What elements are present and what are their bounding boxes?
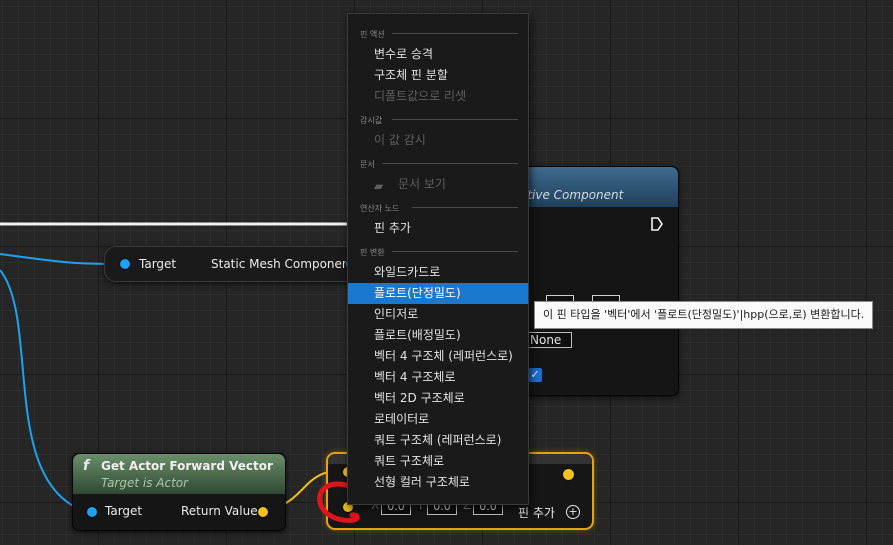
divider — [392, 33, 518, 34]
checkbox[interactable]: ✓ — [528, 368, 542, 382]
menu-item-to-vector4-ref[interactable]: 벡터 4 구조체 (레퍼런스로) — [348, 346, 528, 367]
add-pin-label[interactable]: 핀 추가 — [518, 504, 555, 521]
add-pin-icon[interactable]: + — [566, 505, 580, 519]
divider — [392, 251, 518, 252]
section-header-pin-conversion: 핀 변환 — [360, 248, 385, 257]
divider — [392, 119, 518, 120]
menu-item-to-float-double[interactable]: 플로트(배정밀도) — [348, 325, 528, 346]
target-label: Target — [139, 257, 177, 271]
section-header-operator-node: 연산자 노드 — [360, 204, 400, 213]
menu-item-add-pin[interactable]: 핀 추가 — [348, 218, 528, 239]
get-static-mesh-component-node[interactable]: Target Static Mesh Component — [104, 246, 368, 282]
target-pin[interactable] — [86, 506, 98, 518]
menu-item-to-vector2d[interactable]: 벡터 2D 구조체로 — [348, 388, 528, 409]
section-header-watch: 감시값 — [360, 116, 383, 125]
conversion-tooltip: 이 핀 타입을 '벡터'에서 '플로트(단정밀도)'|hpp(으로,로) 변환합… — [534, 301, 874, 329]
menu-item-watch-value: 이 값 감시 — [374, 133, 426, 147]
menu-item-to-quat-ref[interactable]: 쿼트 구조체 (레퍼런스로) — [348, 430, 528, 451]
menu-item-split-struct-pin[interactable]: 구조체 핀 분할 — [348, 65, 528, 86]
divider — [382, 163, 518, 164]
menu-item-to-vector4[interactable]: 벡터 4 구조체로 — [348, 367, 528, 388]
exec-output-pin-icon[interactable] — [651, 217, 663, 231]
return-value-label: Return Value — [181, 504, 258, 518]
menu-item-to-linear-color[interactable]: 선형 컬러 구조체로 — [348, 472, 528, 493]
menu-item-view-documentation: 문서 보기 — [398, 177, 446, 191]
menu-item-to-wildcard[interactable]: 와일드카드로 — [348, 262, 528, 283]
menu-item-to-quat[interactable]: 쿼트 구조체로 — [348, 451, 528, 472]
node-title: Get Actor Forward Vector — [101, 459, 273, 473]
primitive-component-node[interactable]: itive Component None ✓ — [505, 166, 679, 396]
return-value-pin[interactable] — [257, 506, 269, 518]
menu-item-to-integer[interactable]: 인티저로 — [348, 304, 528, 325]
static-mesh-component-label: Static Mesh Component — [211, 257, 355, 271]
node-subtitle: Target is Actor — [101, 476, 189, 490]
menu-item-promote-to-variable[interactable]: 변수로 승격 — [348, 44, 528, 65]
vector-output-pin[interactable] — [562, 468, 575, 481]
divider — [412, 207, 518, 208]
menu-item-to-float-single[interactable]: 플로트(단정밀도) — [348, 283, 528, 304]
target-label: Target — [105, 504, 143, 518]
node-title: itive Component — [524, 188, 624, 202]
menu-item-reset-to-default: 디폴트값으로 리셋 — [374, 89, 467, 103]
object-wire-top — [0, 253, 121, 265]
section-header-documentation: 문서 — [360, 160, 375, 169]
none-field[interactable]: None — [526, 332, 572, 348]
function-icon: f — [83, 458, 90, 474]
section-header-pin-actions: 핀 액션 — [360, 30, 385, 39]
pin-context-menu[interactable]: 핀 액션 변수로 승격 구조체 핀 분할 디폴트값으로 리셋 감시값 이 값 감… — [347, 13, 529, 505]
target-pin[interactable] — [119, 258, 131, 270]
menu-item-to-rotator[interactable]: 로테이터로 — [348, 409, 528, 430]
get-actor-forward-vector-node[interactable]: f Get Actor Forward Vector Target is Act… — [72, 453, 286, 531]
